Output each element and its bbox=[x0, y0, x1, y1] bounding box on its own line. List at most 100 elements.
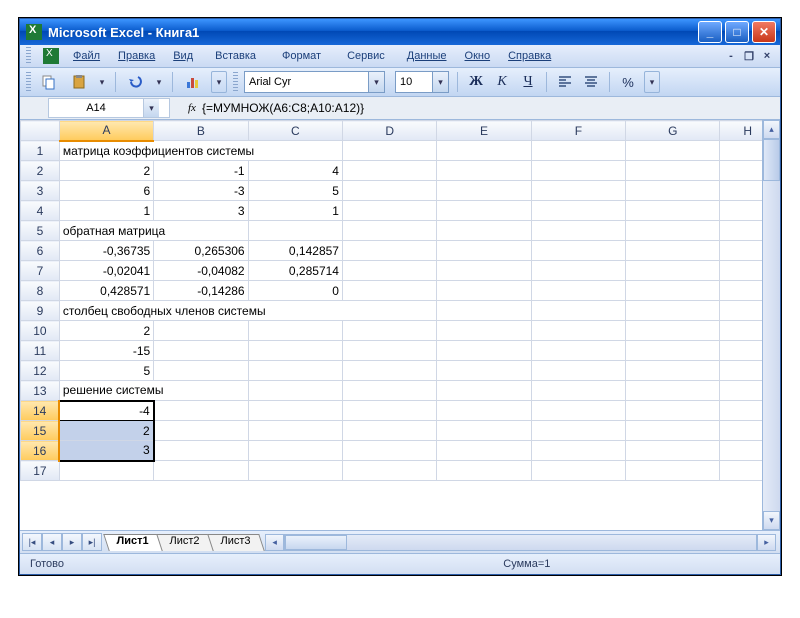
name-box-input[interactable] bbox=[49, 101, 143, 115]
cell[interactable]: матрица коэффициентов системы bbox=[59, 141, 342, 161]
col-header-f[interactable]: F bbox=[531, 121, 625, 141]
undo-button[interactable] bbox=[124, 70, 148, 94]
cell[interactable]: -3 bbox=[154, 181, 248, 201]
row-header[interactable]: 11 bbox=[21, 341, 60, 361]
scroll-thumb[interactable] bbox=[763, 139, 780, 181]
mdi-minimize[interactable]: - bbox=[724, 50, 738, 63]
align-center-button[interactable] bbox=[581, 73, 601, 91]
row-header[interactable]: 1 bbox=[21, 141, 60, 161]
menu-view[interactable]: Вид bbox=[169, 48, 197, 64]
cell[interactable]: 5 bbox=[59, 361, 153, 381]
cell[interactable]: 0,265306 bbox=[154, 241, 248, 261]
cell[interactable]: 2 bbox=[59, 321, 153, 341]
align-left-button[interactable] bbox=[555, 73, 575, 91]
formula-text[interactable]: {=МУМНОЖ(A6:C8;A10:A12)} bbox=[202, 101, 364, 115]
menu-data[interactable]: Данные bbox=[403, 48, 451, 64]
cell[interactable]: 6 bbox=[59, 181, 153, 201]
toolbar-options[interactable]: ▾ bbox=[644, 71, 660, 93]
dropdown-arrow-icon[interactable]: ▾ bbox=[143, 99, 159, 117]
col-header-b[interactable]: B bbox=[154, 121, 248, 141]
fx-button[interactable]: fx bbox=[188, 102, 196, 114]
row-header[interactable]: 2 bbox=[21, 161, 60, 181]
cell[interactable]: обратная матрица bbox=[59, 221, 248, 241]
menu-window[interactable]: Окно bbox=[461, 48, 495, 64]
cell[interactable]: -0,36735 bbox=[59, 241, 153, 261]
cell[interactable]: -0,14286 bbox=[154, 281, 248, 301]
sheet-tab-3[interactable]: Лист3 bbox=[207, 534, 265, 551]
cell[interactable]: 0,285714 bbox=[248, 261, 342, 281]
cell[interactable]: 1 bbox=[248, 201, 342, 221]
scroll-thumb[interactable] bbox=[285, 535, 347, 550]
mdi-close[interactable]: × bbox=[760, 50, 774, 63]
sheet-tab-2[interactable]: Лист2 bbox=[156, 534, 214, 551]
scroll-right-button[interactable]: ▸ bbox=[757, 534, 776, 551]
select-all-corner[interactable] bbox=[21, 121, 60, 141]
menu-edit[interactable]: Правка bbox=[114, 48, 159, 64]
toolbar-grip[interactable] bbox=[26, 72, 31, 92]
workbook-icon[interactable] bbox=[43, 48, 59, 64]
last-sheet-button[interactable]: ▸| bbox=[82, 533, 102, 551]
next-sheet-button[interactable]: ▸ bbox=[62, 533, 82, 551]
cell[interactable]: 2 bbox=[59, 421, 153, 441]
scroll-down-button[interactable]: ▾ bbox=[763, 511, 780, 530]
toolbar-grip[interactable] bbox=[233, 72, 238, 92]
font-name-input[interactable] bbox=[245, 76, 368, 88]
col-header-h[interactable]: H bbox=[720, 121, 762, 141]
italic-button[interactable]: К bbox=[492, 74, 512, 90]
row-header[interactable]: 6 bbox=[21, 241, 60, 261]
cell[interactable]: 1 bbox=[59, 201, 153, 221]
col-header-e[interactable]: E bbox=[437, 121, 531, 141]
name-box[interactable]: ▾ bbox=[48, 98, 170, 118]
cell[interactable]: 0,428571 bbox=[59, 281, 153, 301]
horizontal-scrollbar[interactable]: ◂ ▸ bbox=[265, 534, 776, 551]
row-header[interactable]: 13 bbox=[21, 381, 60, 401]
title-bar[interactable]: Microsoft Excel - Книга1 _ □ ✕ bbox=[20, 19, 780, 45]
scroll-left-button[interactable]: ◂ bbox=[265, 534, 284, 551]
sheet-tab-1[interactable]: Лист1 bbox=[103, 534, 163, 551]
undo-dropdown[interactable]: ▾ bbox=[154, 77, 164, 88]
cell[interactable]: 5 bbox=[248, 181, 342, 201]
cell[interactable]: -0,02041 bbox=[59, 261, 153, 281]
menu-format[interactable]: Формат bbox=[274, 48, 329, 64]
font-name-combo[interactable]: ▾ bbox=[244, 71, 385, 93]
chart-button[interactable] bbox=[181, 70, 205, 94]
cell[interactable]: 3 bbox=[154, 201, 248, 221]
percent-button[interactable]: % bbox=[618, 75, 638, 90]
col-header-c[interactable]: C bbox=[248, 121, 342, 141]
col-header-a[interactable]: A bbox=[59, 121, 153, 141]
font-size-combo[interactable]: ▾ bbox=[395, 71, 449, 93]
cell-active[interactable]: -4 bbox=[59, 401, 153, 421]
cell[interactable]: -1 bbox=[154, 161, 248, 181]
row-header[interactable]: 4 bbox=[21, 201, 60, 221]
toolbar-options[interactable]: ▾ bbox=[211, 71, 227, 93]
row-header[interactable]: 15 bbox=[21, 421, 60, 441]
scroll-up-button[interactable]: ▴ bbox=[763, 120, 780, 139]
dropdown-arrow-icon[interactable]: ▾ bbox=[368, 72, 384, 92]
row-header[interactable]: 9 bbox=[21, 301, 60, 321]
paste-dropdown[interactable]: ▾ bbox=[97, 77, 107, 88]
copy-button[interactable] bbox=[37, 70, 61, 94]
row-header[interactable]: 14 bbox=[21, 401, 60, 421]
cell[interactable]: столбец свободных членов системы bbox=[59, 301, 437, 321]
menu-insert[interactable]: Вставка bbox=[207, 48, 264, 64]
col-header-g[interactable]: G bbox=[626, 121, 720, 141]
row-header[interactable]: 3 bbox=[21, 181, 60, 201]
menu-tools[interactable]: Сервис bbox=[339, 48, 393, 64]
prev-sheet-button[interactable]: ◂ bbox=[42, 533, 62, 551]
cell[interactable]: 4 bbox=[248, 161, 342, 181]
bold-button[interactable]: Ж bbox=[466, 74, 486, 90]
menu-file[interactable]: Файл bbox=[69, 48, 104, 64]
paste-button[interactable] bbox=[67, 70, 91, 94]
menu-help[interactable]: Справка bbox=[504, 48, 555, 64]
underline-button[interactable]: Ч bbox=[518, 74, 538, 90]
row-header[interactable]: 16 bbox=[21, 441, 60, 461]
worksheet-grid[interactable]: A B C D E F G H 1матрица коэффициентов с… bbox=[20, 120, 762, 530]
cell[interactable]: решение системы bbox=[59, 381, 248, 401]
row-header[interactable]: 7 bbox=[21, 261, 60, 281]
row-header[interactable]: 12 bbox=[21, 361, 60, 381]
maximize-button[interactable]: □ bbox=[725, 21, 749, 43]
row-header[interactable]: 8 bbox=[21, 281, 60, 301]
dropdown-arrow-icon[interactable]: ▾ bbox=[432, 72, 448, 92]
minimize-button[interactable]: _ bbox=[698, 21, 722, 43]
cell[interactable]: 2 bbox=[59, 161, 153, 181]
